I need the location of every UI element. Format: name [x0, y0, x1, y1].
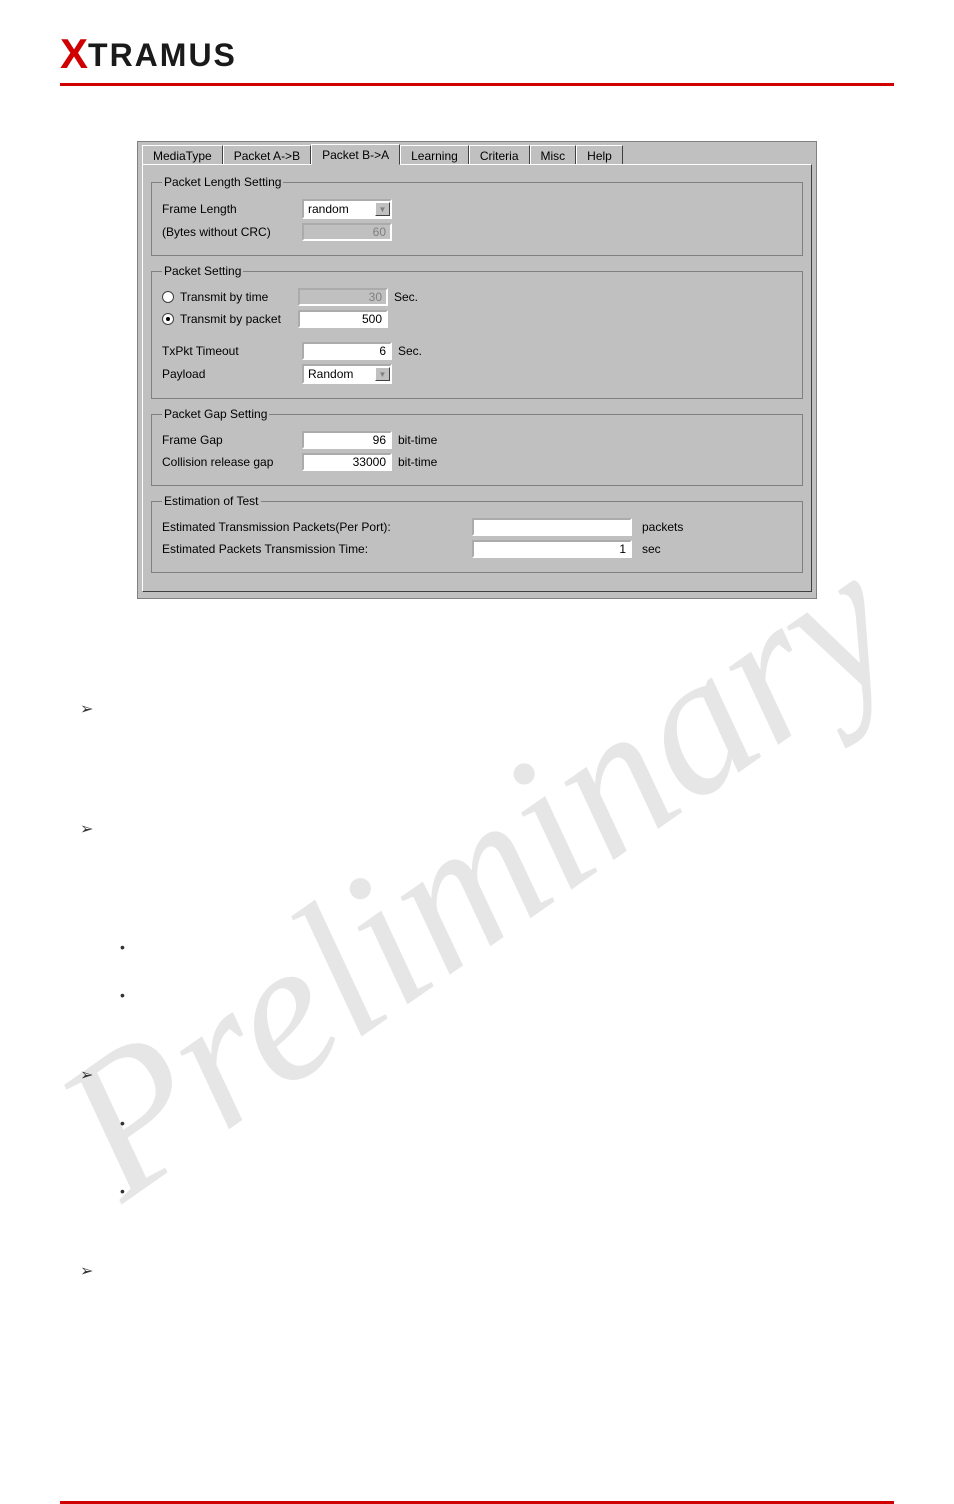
- tab-packet-a-b[interactable]: Packet A->B: [223, 145, 311, 165]
- transmit-by-time-label: Transmit by time: [180, 290, 298, 304]
- group-packet-setting: Packet Setting Transmit by time 30 Sec. …: [151, 264, 803, 399]
- outline-subitem: [120, 987, 884, 1005]
- transmit-by-packet-label: Transmit by packet: [180, 312, 298, 326]
- brand-logo-name: TRAMUS: [88, 37, 237, 73]
- group-packet-gap: Packet Gap Setting Frame Gap 96 bit-time…: [151, 407, 803, 486]
- tab-misc[interactable]: Misc: [530, 145, 577, 165]
- tab-criteria[interactable]: Criteria: [469, 145, 530, 165]
- outline-item: [80, 1065, 884, 1085]
- bytes-without-crc-input: 60: [302, 223, 392, 241]
- chevron-down-icon[interactable]: ▼: [375, 367, 390, 381]
- tab-mediatype[interactable]: MediaType: [142, 145, 223, 165]
- est-packets-label: Estimated Transmission Packets(Per Port)…: [162, 520, 472, 534]
- est-time-value: 1: [472, 540, 632, 558]
- collision-release-gap-input[interactable]: 33000: [302, 453, 392, 471]
- frame-gap-unit: bit-time: [398, 433, 437, 447]
- radio-transmit-by-time[interactable]: [162, 291, 174, 303]
- frame-length-label: Frame Length: [162, 202, 302, 216]
- txpkt-timeout-unit: Sec.: [398, 344, 422, 358]
- est-time-unit: sec: [642, 542, 661, 556]
- frame-length-value: random: [308, 202, 349, 216]
- chevron-down-icon[interactable]: ▼: [375, 202, 390, 216]
- transmit-by-time-unit: Sec.: [394, 290, 418, 304]
- tab-strip: MediaType Packet A->B Packet B->A Learni…: [138, 142, 816, 164]
- outline-item: [80, 819, 884, 839]
- payload-combo[interactable]: Random ▼: [302, 364, 392, 384]
- brand-logo: XTRAMUS: [60, 37, 237, 73]
- payload-value: Random: [308, 367, 353, 381]
- transmit-by-packet-input[interactable]: 500: [298, 310, 388, 328]
- frame-gap-input[interactable]: 96: [302, 431, 392, 449]
- group-estimation: Estimation of Test Estimated Transmissio…: [151, 494, 803, 573]
- frame-length-combo[interactable]: random ▼: [302, 199, 392, 219]
- brand-logo-x: X: [60, 30, 88, 77]
- est-packets-value: [472, 518, 632, 536]
- txpkt-timeout-label: TxPkt Timeout: [162, 344, 302, 358]
- group-packet-setting-legend: Packet Setting: [162, 264, 243, 278]
- frame-gap-label: Frame Gap: [162, 433, 302, 447]
- outline-list: [80, 699, 884, 1281]
- outline-item: [80, 699, 884, 719]
- group-packet-length-legend: Packet Length Setting: [162, 175, 283, 189]
- group-packet-gap-legend: Packet Gap Setting: [162, 407, 269, 421]
- outline-subitem: [120, 939, 884, 957]
- collision-release-gap-label: Collision release gap: [162, 455, 302, 469]
- group-estimation-legend: Estimation of Test: [162, 494, 261, 508]
- txpkt-timeout-input[interactable]: 6: [302, 342, 392, 360]
- radio-transmit-by-packet[interactable]: [162, 313, 174, 325]
- brand-header: XTRAMUS: [0, 0, 954, 78]
- est-packets-unit: packets: [642, 520, 683, 534]
- payload-label: Payload: [162, 367, 302, 381]
- tab-help[interactable]: Help: [576, 145, 623, 165]
- outline-subitem: [120, 1115, 884, 1133]
- transmit-by-time-input: 30: [298, 288, 388, 306]
- collision-release-gap-unit: bit-time: [398, 455, 437, 469]
- settings-dialog: MediaType Packet A->B Packet B->A Learni…: [137, 141, 817, 599]
- outline-item: [80, 1261, 884, 1281]
- est-time-label: Estimated Packets Transmission Time:: [162, 542, 472, 556]
- tab-learning[interactable]: Learning: [400, 145, 469, 165]
- tab-packet-b-a[interactable]: Packet B->A: [311, 144, 400, 165]
- tab-body: Packet Length Setting Frame Length rando…: [142, 164, 812, 592]
- header-rule: [60, 83, 894, 86]
- group-packet-length: Packet Length Setting Frame Length rando…: [151, 175, 803, 256]
- outline-subitem: [120, 1183, 884, 1201]
- bytes-without-crc-label: (Bytes without CRC): [162, 225, 302, 239]
